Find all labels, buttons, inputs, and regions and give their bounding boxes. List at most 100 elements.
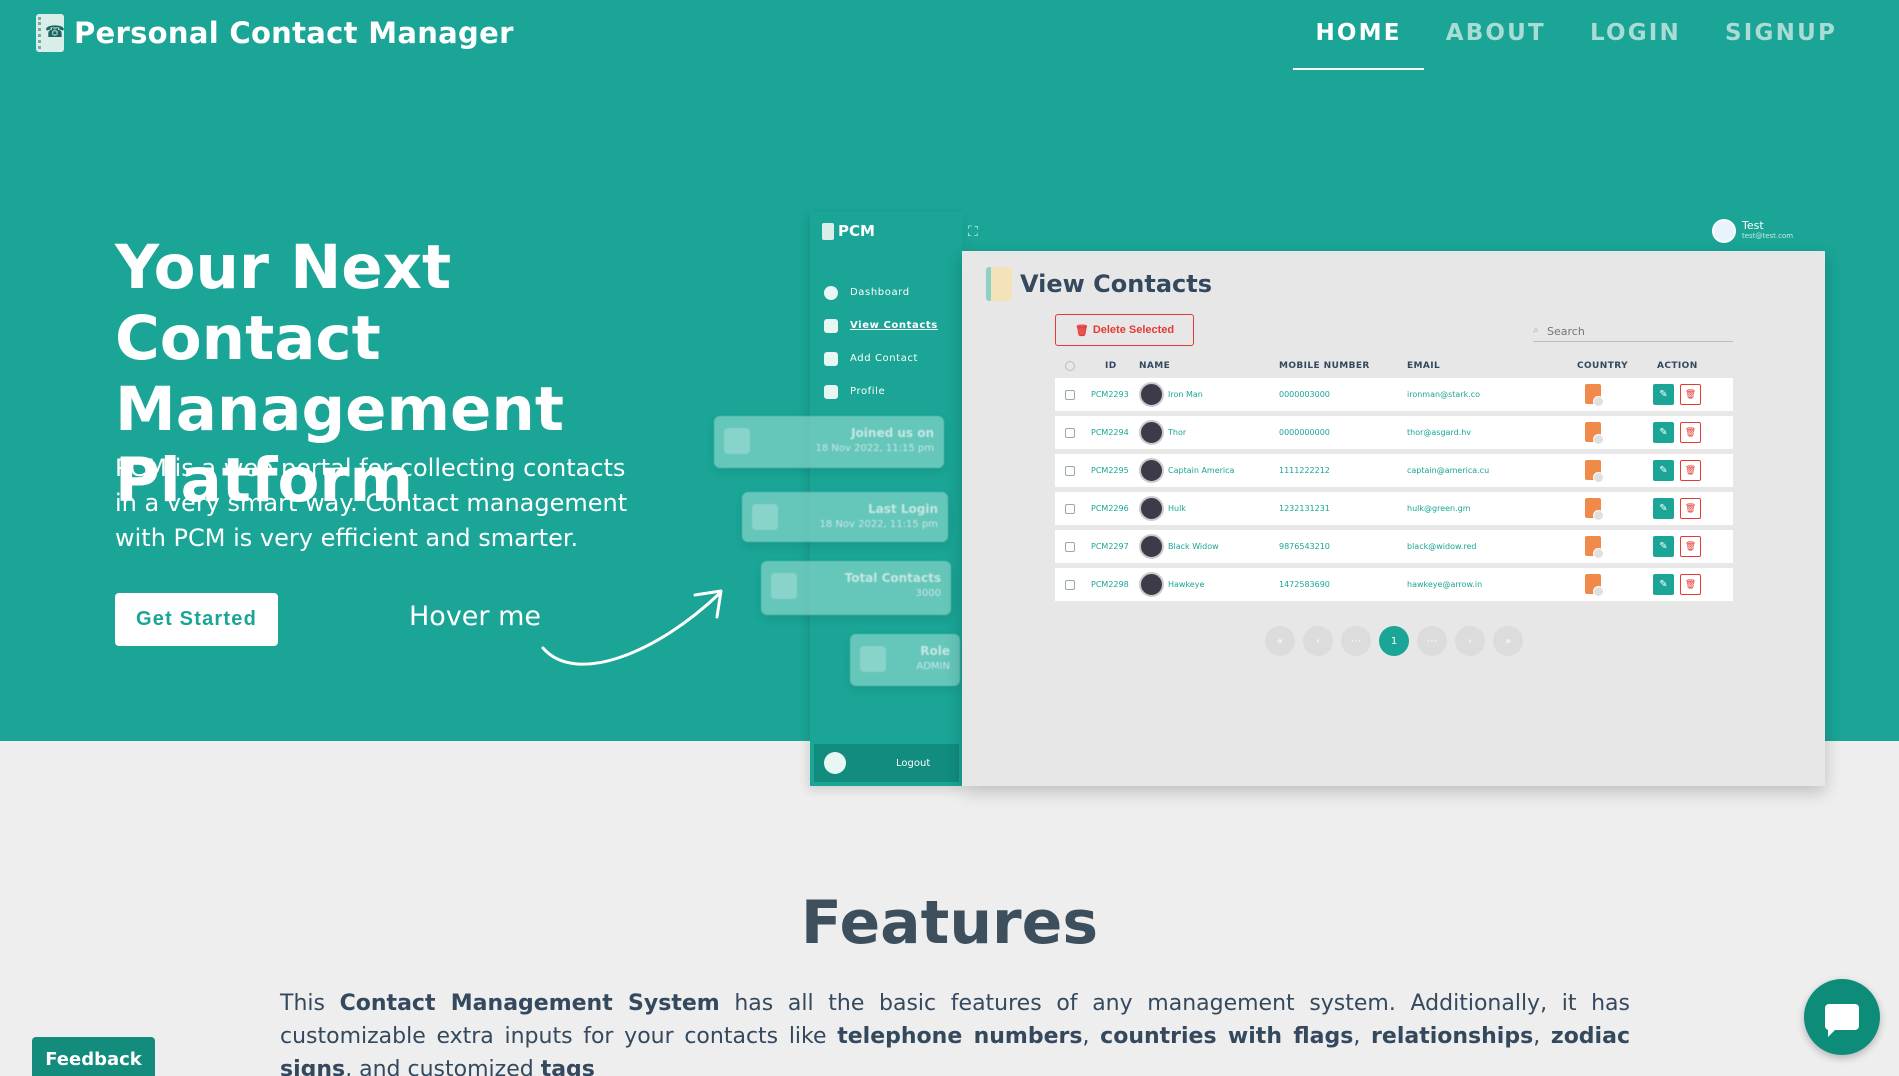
nav-home[interactable]: HOME	[1293, 18, 1424, 70]
delete-contact-icon[interactable]: 🗑	[1680, 536, 1701, 557]
contact-name: Captain America	[1168, 466, 1235, 475]
row-checkbox[interactable]	[1065, 427, 1075, 438]
delete-contact-icon[interactable]: 🗑	[1680, 574, 1701, 595]
delete-contact-icon[interactable]: 🗑	[1680, 422, 1701, 443]
nav-login[interactable]: LOGIN	[1568, 18, 1703, 70]
contact-email: black@widow.red	[1407, 542, 1477, 551]
profile-card-icon	[824, 384, 838, 399]
contact-id: PCM2295	[1091, 466, 1129, 475]
edit-contact-icon[interactable]: ✎	[1653, 460, 1674, 481]
menu-profile[interactable]: Profile	[824, 375, 938, 408]
contact-email: captain@america.cu	[1407, 466, 1490, 475]
contact-mobile: 0000000000	[1279, 428, 1330, 437]
user-avatar-icon	[824, 752, 846, 774]
contact-name-cell: Captain America	[1139, 458, 1279, 483]
contact-avatar	[1139, 534, 1164, 559]
mockup-user[interactable]: Test test@test.com	[1712, 219, 1793, 243]
row-checkbox[interactable]	[1065, 503, 1075, 514]
row-actions: ✎ 🗑	[1653, 574, 1733, 595]
row-checkbox[interactable]	[1065, 389, 1075, 400]
contact-mobile: 0000003000	[1279, 390, 1330, 399]
contact-avatar	[1139, 420, 1164, 445]
contact-name-cell: Hawkeye	[1139, 572, 1279, 597]
nav-signup[interactable]: SIGNUP	[1703, 18, 1859, 70]
nav-about[interactable]: ABOUT	[1424, 18, 1568, 70]
edit-contact-icon[interactable]: ✎	[1653, 422, 1674, 443]
ellipsis-button[interactable]: ⋯	[1417, 626, 1447, 656]
contact-id: PCM2298	[1091, 580, 1129, 589]
user-email: test@test.com	[1742, 232, 1794, 240]
id-card-icon	[724, 428, 750, 454]
contacts-table: ID NAME MOBILE NUMBER EMAIL COUNTRY ACTI…	[1055, 354, 1733, 606]
contact-name-cell: Black Widow	[1139, 534, 1279, 559]
search-input[interactable]	[1533, 322, 1733, 342]
stat-card-last-login: Last Login 18 Nov 2022, 11:15 pm	[742, 492, 948, 542]
user-name: Test	[1742, 219, 1764, 232]
table-row: PCM2297 Black Widow 9876543210 black@widow.…	[1055, 530, 1733, 563]
contact-name-cell: Thor	[1139, 420, 1279, 445]
page-button[interactable]: 1	[1379, 626, 1409, 656]
row-actions: ✎ 🗑	[1653, 422, 1733, 443]
hero-lead: PCM is a web portal for collecting conta…	[115, 454, 628, 552]
row-actions: ✎ 🗑	[1653, 498, 1733, 519]
table-row: PCM2294 Thor 0000000000 thor@asgard.hv ✎ 🗑	[1055, 416, 1733, 449]
last-page-button[interactable]: »	[1493, 626, 1523, 656]
mockup-main-panel: View Contacts 🗑Delete Selected ⌕ ID NAME…	[962, 251, 1825, 786]
contact-mobile: 1111222212	[1279, 466, 1330, 475]
edit-contact-icon[interactable]: ✎	[1653, 536, 1674, 557]
contact-id: PCM2293	[1091, 390, 1129, 399]
contact-id: PCM2294	[1091, 428, 1129, 437]
row-checkbox[interactable]	[1065, 465, 1075, 476]
row-actions: ✎ 🗑	[1653, 384, 1733, 405]
shield-icon	[860, 646, 886, 672]
contact-name: Iron Man	[1168, 390, 1203, 399]
row-actions: ✎ 🗑	[1653, 536, 1733, 557]
brand[interactable]: ☎ Personal Contact Manager	[36, 14, 514, 52]
contact-email: hulk@green.gm	[1407, 504, 1471, 513]
contact-name: Thor	[1168, 428, 1187, 437]
next-page-button[interactable]: ›	[1455, 626, 1485, 656]
contact-name: Hulk	[1168, 504, 1186, 513]
country-flag-icon	[1567, 383, 1647, 407]
contact-id: PCM2297	[1091, 542, 1129, 551]
prev-page-button[interactable]: ‹	[1303, 626, 1333, 656]
delete-selected-button[interactable]: 🗑 Delete Selected	[1055, 314, 1194, 346]
delete-contact-icon[interactable]: 🗑	[1680, 498, 1701, 519]
table-row: PCM2296 Hulk 1232131231 hulk@green.gm ✎ 🗑	[1055, 492, 1733, 525]
edit-contact-icon[interactable]: ✎	[1653, 574, 1674, 595]
edit-contact-icon[interactable]: ✎	[1653, 498, 1674, 519]
add-contact-icon	[824, 351, 838, 366]
chat-button[interactable]	[1804, 979, 1880, 1055]
row-checkbox[interactable]	[1065, 579, 1075, 590]
contact-name-cell: Iron Man	[1139, 382, 1279, 407]
first-page-button[interactable]: «	[1265, 626, 1295, 656]
menu-dashboard[interactable]: Dashboard	[824, 276, 938, 309]
contact-avatar	[1139, 572, 1164, 597]
collapse-icon[interactable]: ⛶	[968, 224, 978, 240]
select-all-checkbox[interactable]	[1065, 361, 1075, 371]
get-started-button[interactable]: Get Started	[115, 593, 278, 646]
contact-book-icon: ☎	[36, 14, 65, 52]
features-text: This Contact Management System has all t…	[280, 991, 1631, 1076]
edit-contact-icon[interactable]: ✎	[1653, 384, 1674, 405]
ellipsis-button[interactable]: ⋯	[1341, 626, 1371, 656]
menu-add-contact[interactable]: Add Contact	[824, 342, 938, 375]
row-checkbox[interactable]	[1065, 541, 1075, 552]
chat-icon	[1825, 1004, 1859, 1037]
contact-avatar	[1139, 496, 1164, 521]
curved-arrow-icon	[541, 589, 723, 666]
country-flag-icon	[1567, 573, 1647, 597]
table-row: PCM2295 Captain America 1111222212 captain@…	[1055, 454, 1733, 487]
table-row: PCM2293 Iron Man 0000003000 ironman@stark.c…	[1055, 378, 1733, 411]
contact-email: ironman@stark.co	[1407, 390, 1481, 399]
hover-me-label: Hover me	[409, 601, 542, 632]
delete-contact-icon[interactable]: 🗑	[1680, 384, 1701, 405]
menu-view-contacts[interactable]: View Contacts	[824, 309, 938, 342]
user-avatar-icon	[1712, 219, 1736, 243]
country-flag-icon	[1567, 497, 1647, 521]
stat-card-joined: Joined us on 18 Nov 2022, 11:15 pm	[714, 416, 944, 468]
contact-name-cell: Hulk	[1139, 496, 1279, 521]
logout-button[interactable]: Logout	[814, 744, 959, 782]
feedback-button[interactable]: Feedback	[32, 1037, 155, 1076]
delete-contact-icon[interactable]: 🗑	[1680, 460, 1701, 481]
